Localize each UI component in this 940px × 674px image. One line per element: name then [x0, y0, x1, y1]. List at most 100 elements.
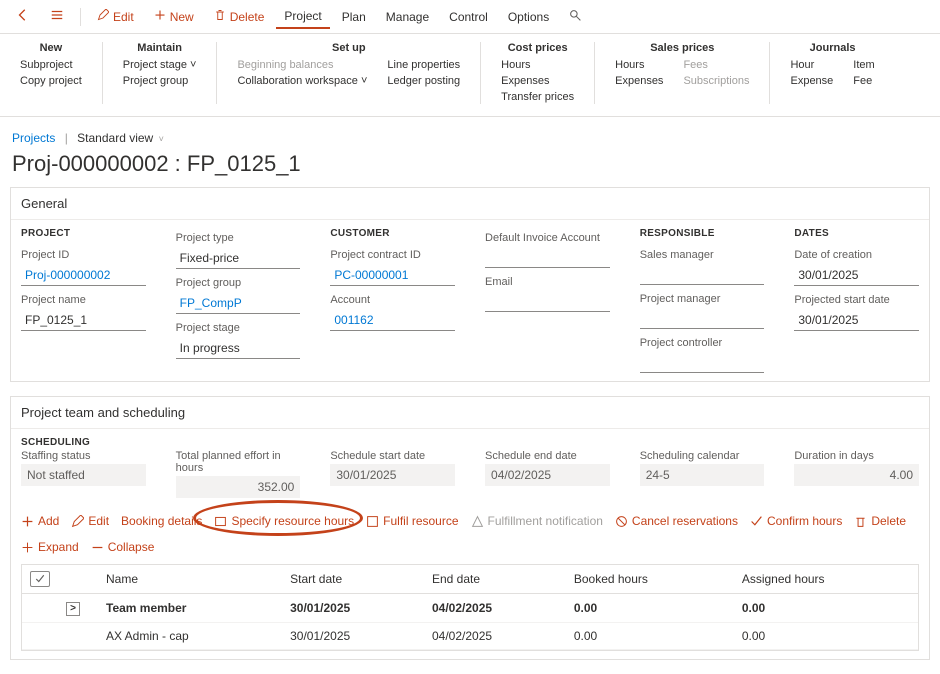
breadcrumb-root[interactable]: Projects: [12, 131, 55, 145]
ribbon-item[interactable]: Hour: [790, 58, 833, 72]
project-name-field[interactable]: FP_0125_1: [21, 310, 146, 331]
sales-manager-field[interactable]: [640, 265, 765, 285]
col-end[interactable]: End date: [424, 565, 566, 594]
ribbon-item[interactable]: Expenses: [615, 74, 663, 88]
default-invoice-field[interactable]: [485, 248, 610, 268]
checkmark-icon: [30, 571, 50, 587]
collapse-button[interactable]: Collapse: [91, 540, 155, 554]
ribbon-item[interactable]: Subproject: [20, 58, 82, 72]
col-select[interactable]: [22, 565, 58, 594]
tab-project[interactable]: Project: [276, 5, 329, 29]
customer-head: CUSTOMER: [330, 228, 455, 239]
expand-button[interactable]: Expand: [21, 540, 79, 554]
tab-plan[interactable]: Plan: [334, 6, 374, 28]
cell-assigned: 0.00: [734, 623, 918, 650]
project-group-field[interactable]: FP_CompP: [176, 293, 301, 314]
trash-icon: [854, 515, 867, 528]
col-booked[interactable]: Booked hours: [566, 565, 734, 594]
ribbon-item[interactable]: Copy project: [20, 74, 82, 88]
col-name[interactable]: Name: [98, 565, 282, 594]
ribbon-group: Cost pricesHoursExpensesTransfer prices: [481, 42, 595, 104]
project-id-field[interactable]: Proj-000000002: [21, 265, 146, 286]
new-button[interactable]: New: [146, 5, 202, 28]
ribbon-item[interactable]: Ledger posting: [387, 74, 460, 88]
expand-icon: [21, 541, 34, 554]
search-button[interactable]: [561, 5, 590, 29]
back-button[interactable]: [8, 4, 38, 29]
ribbon-item[interactable]: Item: [853, 58, 874, 72]
ribbon-item[interactable]: Project stage ˅: [123, 58, 197, 72]
new-label: New: [170, 10, 194, 24]
ribbon-group-title: Set up: [237, 42, 460, 54]
tab-options[interactable]: Options: [500, 6, 557, 28]
project-controller-field[interactable]: [640, 353, 765, 373]
default-invoice-label: Default Invoice Account: [485, 232, 610, 244]
table-row[interactable]: AX Admin - cap30/01/202504/02/20250.000.…: [22, 623, 918, 650]
ribbon-group: Sales prices Hours Expenses Fees Subscriptio…: [595, 42, 770, 104]
fulfillment-notification-button[interactable]: Fulfillment notification: [471, 514, 603, 528]
cancel-reservations-button[interactable]: Cancel reservations: [615, 514, 738, 528]
projected-start-field[interactable]: 30/01/2025: [794, 310, 919, 331]
project-manager-field[interactable]: [640, 309, 765, 329]
table-row[interactable]: >Team member30/01/202504/02/20250.000.00: [22, 594, 918, 623]
ribbon-item[interactable]: Expense: [790, 74, 833, 88]
contract-id-field[interactable]: PC-00000001: [330, 265, 455, 286]
cell-start: 30/01/2025: [282, 594, 424, 623]
ribbon-item[interactable]: Collaboration workspace ˅: [237, 74, 367, 88]
check-icon: [750, 515, 763, 528]
schedule-end-label: Schedule end date: [485, 450, 610, 462]
scheduling-calendar-label: Scheduling calendar: [640, 450, 765, 462]
account-field[interactable]: 001162: [330, 310, 455, 331]
top-toolbar: Edit New Delete Project Plan Manage Cont…: [0, 0, 940, 34]
tab-manage[interactable]: Manage: [378, 6, 437, 28]
edit-label: Edit: [113, 10, 134, 24]
fulfil-icon: [366, 515, 379, 528]
ribbon-item[interactable]: Subscriptions: [683, 74, 749, 88]
specify-resource-hours-button[interactable]: Specify resource hours: [214, 514, 354, 528]
add-button[interactable]: Add: [21, 514, 59, 528]
fulfil-resource-button[interactable]: Fulfil resource: [366, 514, 458, 528]
chevron-down-icon: ˅: [159, 134, 164, 144]
expand-toggle[interactable]: >: [66, 602, 80, 616]
project-type-field[interactable]: Fixed-price: [176, 248, 301, 269]
col-assigned[interactable]: Assigned hours: [734, 565, 918, 594]
list-button[interactable]: [42, 4, 72, 29]
ribbon-item[interactable]: Transfer prices: [501, 90, 574, 104]
tab-control[interactable]: Control: [441, 6, 496, 28]
cell-end: 04/02/2025: [424, 623, 566, 650]
ribbon-group: NewSubprojectCopy project: [16, 42, 103, 104]
scheduling-calendar-field: 24-5: [640, 464, 765, 486]
general-header[interactable]: General: [11, 188, 929, 220]
breadcrumb-view[interactable]: Standard view: [77, 131, 153, 145]
ribbon-item[interactable]: Fee: [853, 74, 874, 88]
ribbon-group-title: Sales prices: [615, 42, 749, 54]
project-group-label: Project group: [176, 277, 301, 289]
ribbon-item[interactable]: Fees: [683, 58, 749, 72]
ribbon-item[interactable]: Hours: [615, 58, 663, 72]
scheduling-header[interactable]: Project team and scheduling: [11, 397, 929, 429]
team-grid: Name Start date End date Booked hours As…: [22, 565, 918, 650]
ribbon-item[interactable]: Expenses: [501, 74, 574, 88]
breadcrumb: Projects | Standard view ˅: [0, 117, 940, 149]
delete-row-button[interactable]: Delete: [854, 514, 906, 528]
planned-effort-field: 352.00: [176, 476, 301, 498]
sales-manager-label: Sales manager: [640, 249, 765, 261]
cell-booked: 0.00: [566, 623, 734, 650]
project-head: PROJECT: [21, 228, 146, 239]
ribbon-item[interactable]: Hours: [501, 58, 574, 72]
ribbon-item[interactable]: Beginning balances: [237, 58, 367, 72]
booking-details-button[interactable]: Booking details: [121, 514, 202, 528]
ribbon-group-title: Journals: [790, 42, 874, 54]
project-stage-field[interactable]: In progress: [176, 338, 301, 359]
date-created-field[interactable]: 30/01/2025: [794, 265, 919, 286]
email-field[interactable]: [485, 292, 610, 312]
edit-button[interactable]: Edit: [89, 5, 142, 28]
ribbon-item[interactable]: Line properties: [387, 58, 460, 72]
delete-button[interactable]: Delete: [206, 5, 273, 28]
ribbon-item[interactable]: Project group: [123, 74, 197, 88]
confirm-hours-button[interactable]: Confirm hours: [750, 514, 842, 528]
ribbon-group: Set up Beginning balances Collaboration wo…: [217, 42, 481, 104]
cell-name: AX Admin - cap: [98, 623, 282, 650]
edit-row-button[interactable]: Edit: [71, 514, 109, 528]
col-start[interactable]: Start date: [282, 565, 424, 594]
